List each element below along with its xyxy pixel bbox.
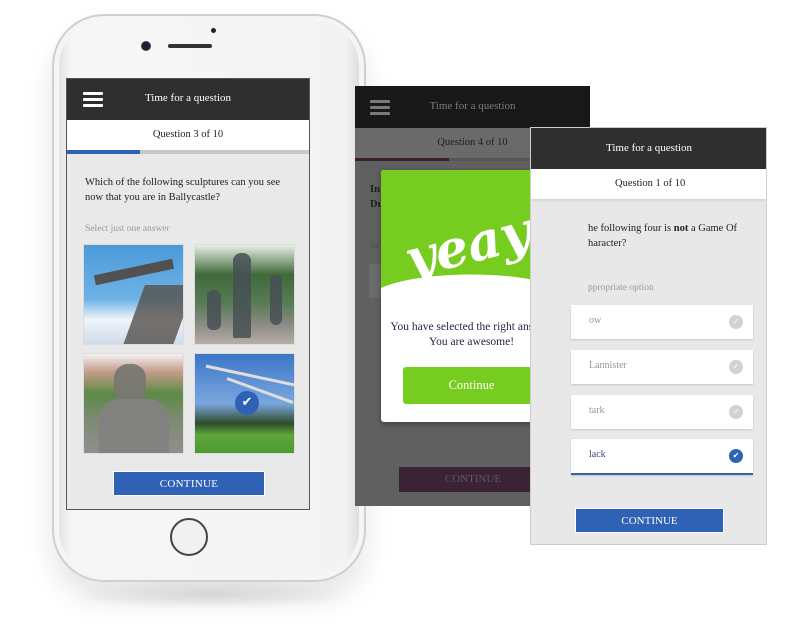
continue-button[interactable]: CONTINUE bbox=[113, 471, 265, 496]
progress-fill bbox=[355, 158, 449, 161]
phone-front-camera bbox=[142, 42, 150, 50]
phone-screen: Time for a question Question 3 of 10 Whi… bbox=[66, 78, 310, 510]
option-item[interactable]: Lannister ✔ bbox=[571, 350, 753, 384]
progress-bar bbox=[67, 150, 309, 154]
option-label: lack bbox=[589, 449, 606, 460]
option-item[interactable]: ow ✔ bbox=[571, 305, 753, 339]
check-circle-icon: ✔ bbox=[729, 405, 743, 419]
app-header: Time for a question bbox=[355, 86, 590, 128]
question-text: Which of the following sculptures can yo… bbox=[85, 177, 281, 203]
check-icon: ✔ bbox=[235, 391, 259, 415]
option-label: tark bbox=[589, 405, 605, 416]
question-counter: Question 3 of 10 bbox=[67, 120, 309, 150]
option-item[interactable]: tark ✔ bbox=[571, 395, 753, 429]
app-header: Time for a question bbox=[531, 128, 766, 169]
answer-tile-children-statue[interactable] bbox=[194, 244, 295, 345]
question-text: he following four is not a Game Of haract… bbox=[588, 223, 738, 249]
header-title: Time for a question bbox=[144, 92, 232, 104]
check-circle-icon: ✔ bbox=[729, 315, 743, 329]
phone-sensor bbox=[211, 28, 216, 33]
right-screen: Time for a question Question 1 of 10 he … bbox=[530, 127, 767, 545]
phone-speaker bbox=[168, 44, 212, 48]
option-label: ow bbox=[589, 315, 602, 326]
answer-hint: ppropriate option bbox=[588, 283, 654, 293]
header-title: Time for a question bbox=[606, 142, 693, 154]
answer-tile-winged-figure[interactable] bbox=[83, 244, 184, 345]
answer-tile-man-statue[interactable] bbox=[83, 353, 184, 454]
option-item-selected[interactable]: lack ✔ bbox=[571, 439, 753, 475]
header-title: Time for a question bbox=[429, 100, 516, 112]
continue-button[interactable]: CONTINUE bbox=[575, 508, 724, 533]
phone-shadow bbox=[70, 580, 350, 610]
continue-button: CONTINUE bbox=[399, 467, 547, 492]
question-counter: Question 1 of 10 bbox=[531, 169, 766, 199]
answer-hint: Select just one answer bbox=[85, 224, 170, 234]
check-circle-icon: ✔ bbox=[729, 360, 743, 374]
answer-hint: Se bbox=[370, 241, 380, 251]
answer-tile-swans-sculpture[interactable]: ✔ bbox=[194, 353, 295, 454]
option-label: Lannister bbox=[589, 360, 627, 371]
modal-continue-button[interactable]: Continue bbox=[403, 367, 540, 404]
app-header: Time for a question bbox=[67, 79, 309, 120]
phone-home-button[interactable] bbox=[170, 518, 208, 556]
progress-fill bbox=[67, 150, 140, 154]
check-circle-icon: ✔ bbox=[729, 449, 743, 463]
